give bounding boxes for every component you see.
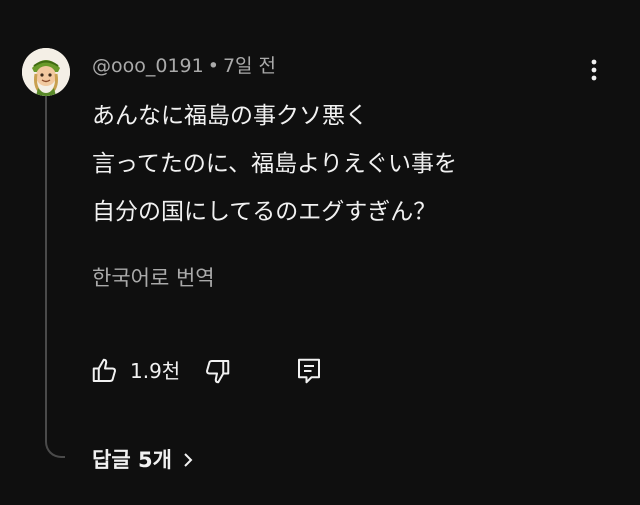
avatar[interactable]: [22, 48, 70, 96]
more-vert-icon: [591, 59, 597, 81]
comment-actions: 1.9천: [90, 352, 390, 388]
comment-line: 自分の国にしてるのエグすぎん？: [92, 199, 437, 225]
view-replies-button[interactable]: 답글 5개: [92, 444, 194, 476]
comment-time[interactable]: 7일 전: [223, 55, 276, 77]
comment-header: @ooo_0191 • 7일 전: [92, 52, 276, 80]
avatar-character-icon: [22, 48, 70, 96]
thumbs-down-icon: [206, 360, 230, 384]
thumbs-up-icon: [92, 358, 116, 382]
more-options-button[interactable]: [578, 54, 610, 86]
replies-label: 답글 5개: [92, 448, 172, 472]
dislike-button[interactable]: [202, 356, 234, 386]
like-count: 1.9천: [130, 359, 181, 383]
author-name[interactable]: @ooo_0191: [92, 55, 204, 77]
like-button[interactable]: [90, 356, 122, 386]
thread-connector-line: [45, 92, 65, 458]
comment-line: 言ってたのに、福島よりえぐい事を: [92, 151, 458, 177]
comment-reply-icon: [298, 358, 320, 384]
chevron-right-icon: [184, 453, 193, 467]
comment-text: あんなに福島の事クソ悪く 言ってたのに、福島よりえぐい事を 自分の国にしてるのエ…: [92, 92, 457, 236]
comment-line: あんなに福島の事クソ悪く: [92, 103, 368, 129]
separator-dot: •: [207, 55, 219, 77]
translate-link[interactable]: 한국어로 번역: [92, 262, 215, 294]
reply-button[interactable]: [294, 356, 326, 386]
